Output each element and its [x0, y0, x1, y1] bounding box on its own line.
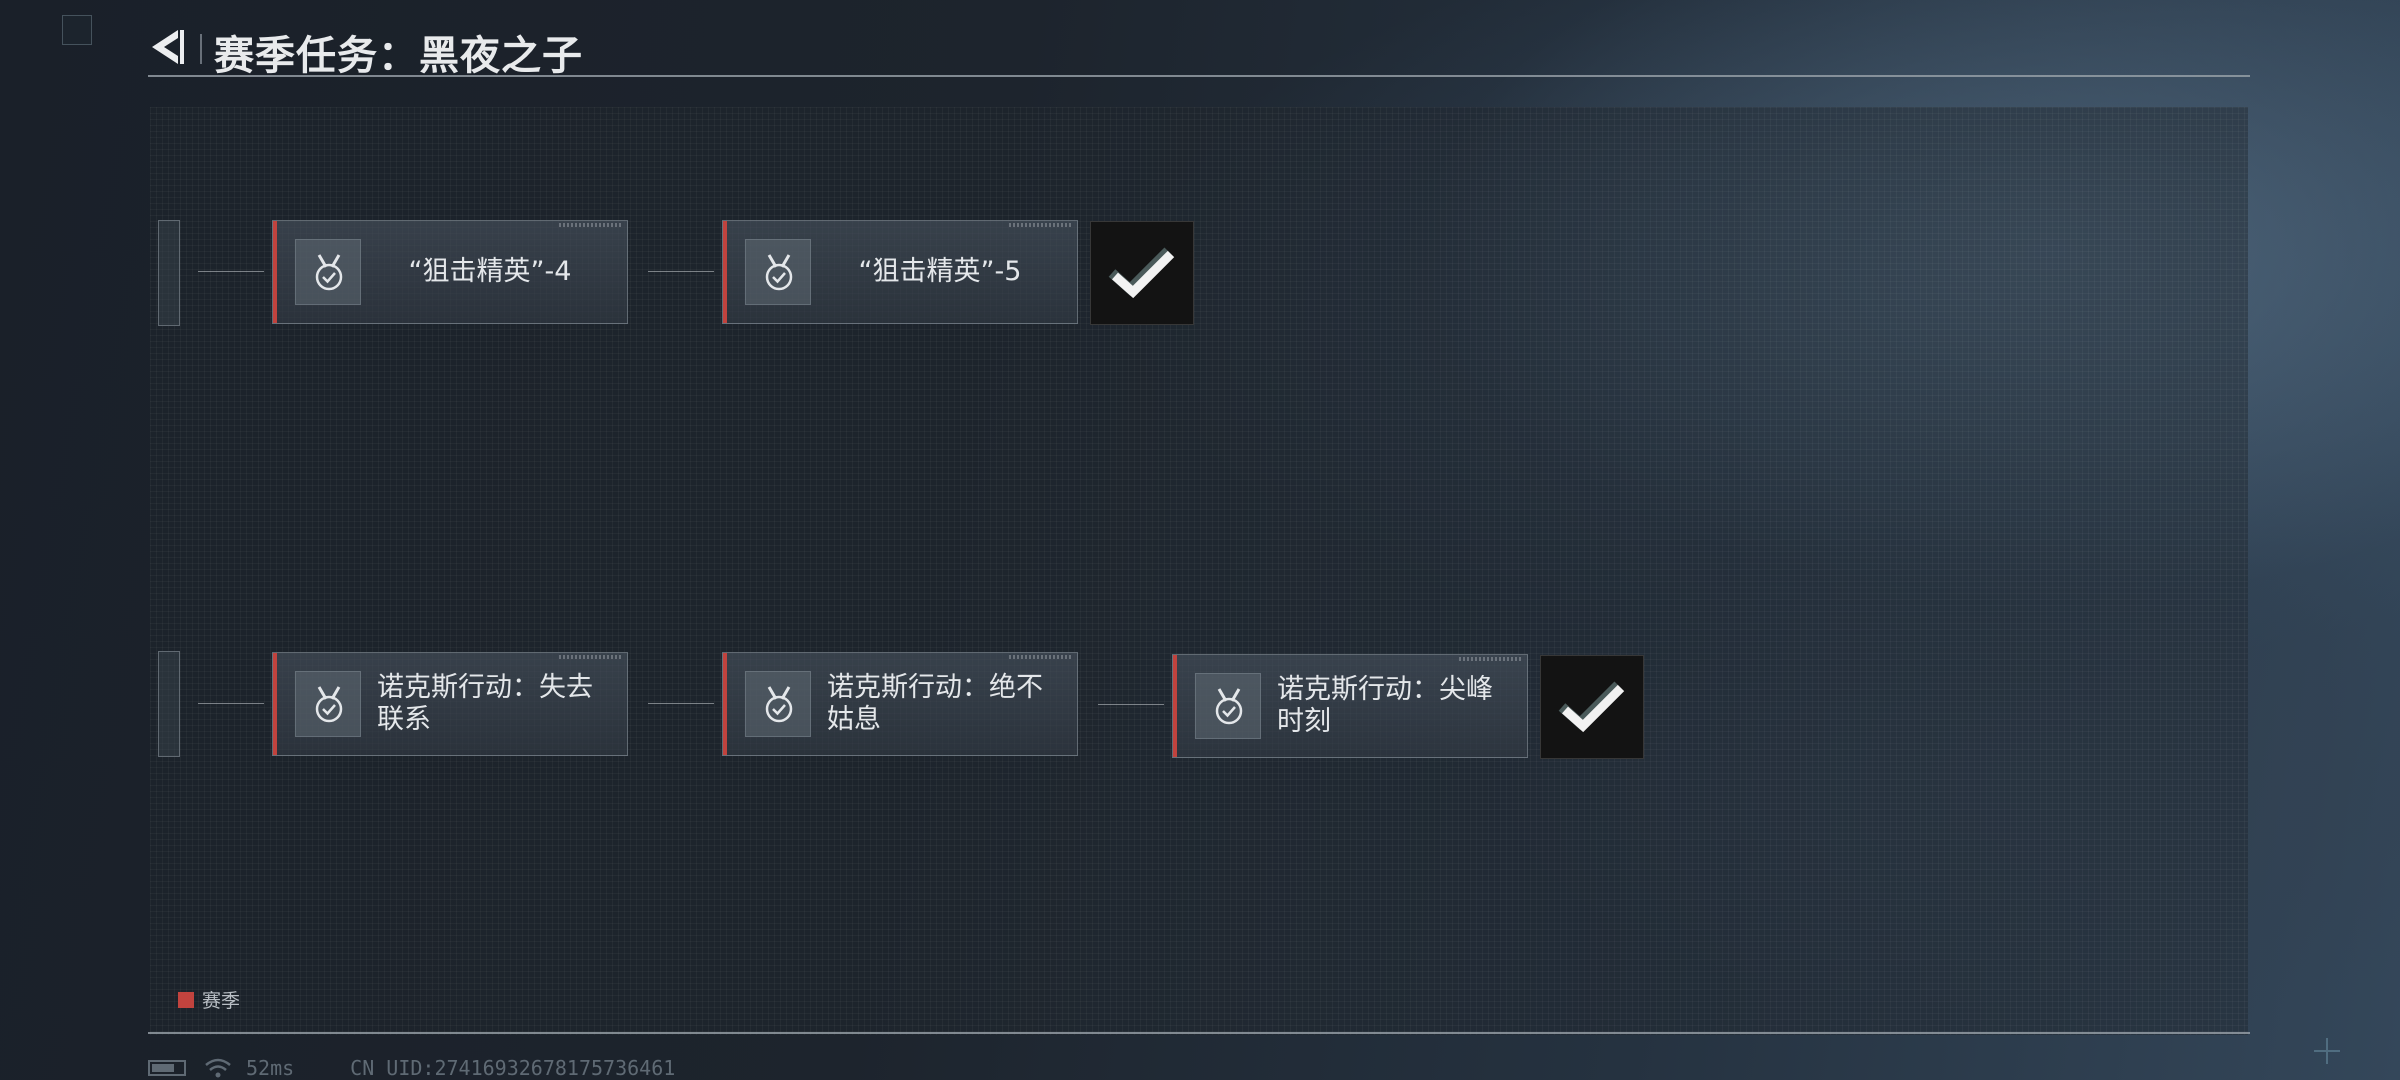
back-button[interactable] [148, 26, 190, 68]
back-arrow-icon [152, 30, 184, 64]
header-divider [148, 75, 2250, 77]
medal-check-icon [1215, 688, 1243, 725]
battery-icon [148, 1060, 186, 1076]
ping-readout: 52ms [246, 1056, 295, 1080]
task-label: 诺克斯行动：绝不姑息 [827, 672, 1043, 735]
legend: 赛季 [178, 986, 240, 1013]
legend-label: 赛季 [202, 990, 241, 1012]
connector-line [198, 271, 264, 272]
season-accent-bar [273, 653, 277, 755]
task-card[interactable]: 诺克斯行动：尖峰时刻 [1172, 654, 1528, 758]
checkmark-icon [1558, 681, 1625, 733]
page-header: 赛季任务：黑夜之子 [148, 22, 2250, 79]
corner-marker [62, 15, 92, 45]
user-uid: CN UID:274169326781757364​61 [350, 1056, 676, 1080]
season-accent-bar [723, 653, 727, 755]
task-card[interactable]: 诺克斯行动：绝不姑息 [722, 652, 1078, 756]
legend-swatch [178, 991, 194, 1008]
checkmark-icon [1108, 247, 1175, 299]
task-icon-box [745, 671, 811, 737]
task-icon-box [745, 239, 811, 305]
footer-divider [148, 1032, 2250, 1034]
wifi-icon [205, 1058, 231, 1078]
previous-task-stub[interactable] [158, 220, 180, 326]
task-icon-box [295, 239, 361, 305]
task-card[interactable]: “狙击精英”-4 [272, 220, 628, 324]
season-accent-bar [273, 221, 277, 323]
connector-line [198, 703, 264, 704]
task-label: 诺克斯行动：尖峰时刻 [1277, 674, 1493, 737]
medal-check-icon [315, 686, 343, 723]
status-bar: 52ms CN UID:274169326781757364​61 [148, 1056, 675, 1080]
page-title: 赛季任务：黑夜之子 [214, 33, 583, 79]
medal-check-icon [315, 254, 343, 291]
task-card[interactable]: “狙击精英”-5 [722, 220, 1078, 324]
connector-line [648, 703, 714, 704]
season-accent-bar [723, 221, 727, 323]
task-label: “狙击精英”-4 [408, 256, 572, 287]
header-separator [200, 34, 202, 64]
task-icon-box [1195, 673, 1261, 739]
previous-task-stub[interactable] [158, 651, 180, 757]
medal-check-icon [765, 686, 793, 723]
task-card[interactable]: 诺克斯行动：失去联系 [272, 652, 628, 756]
completion-badge [1540, 655, 1644, 759]
task-icon-box [295, 671, 361, 737]
medal-check-icon [765, 254, 793, 291]
connector-line [1098, 704, 1164, 705]
completion-badge [1090, 221, 1194, 325]
connector-line [648, 271, 714, 272]
task-label: 诺克斯行动：失去联系 [377, 672, 593, 735]
plus-icon [2314, 1038, 2340, 1064]
season-accent-bar [1173, 655, 1177, 757]
task-label: “狙击精英”-5 [858, 256, 1022, 287]
